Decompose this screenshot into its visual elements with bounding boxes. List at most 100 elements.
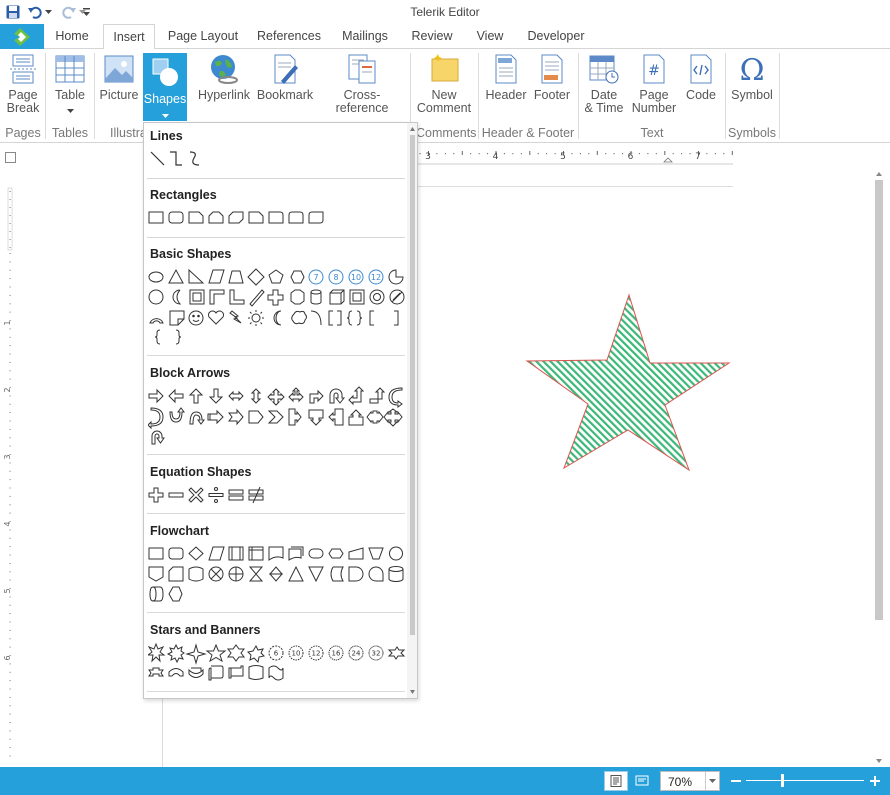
picture-button[interactable]: Picture [98, 53, 140, 102]
print-layout-button[interactable] [604, 771, 628, 791]
vertical-ruler[interactable]: 1 2 3 4 5 6 [0, 143, 20, 767]
chord-icon[interactable] [148, 289, 164, 305]
flowchart-merge-icon[interactable] [308, 566, 324, 583]
zoom-out-button[interactable] [729, 773, 743, 789]
oval-icon[interactable] [148, 271, 164, 283]
bent-arrow-icon[interactable] [309, 389, 324, 404]
flowchart-multidocument-icon[interactable] [288, 546, 304, 561]
plaque-icon[interactable] [290, 289, 305, 305]
right-triangle-icon[interactable] [188, 268, 205, 284]
flowchart-terminator-icon[interactable] [308, 548, 324, 559]
tab-insert[interactable]: Insert [103, 24, 155, 50]
minus-icon[interactable] [168, 492, 184, 498]
multiply-icon[interactable] [188, 487, 204, 503]
scroll-down-icon[interactable] [873, 757, 885, 765]
curved-down-ribbon-icon[interactable] [188, 667, 204, 678]
teardrop-icon[interactable] [172, 289, 182, 305]
double-bracket-icon[interactable] [328, 310, 342, 326]
diagonal-stripe-icon[interactable] [249, 289, 265, 307]
indent-marker-icon[interactable] [663, 157, 673, 163]
block-arc-icon[interactable] [149, 318, 164, 324]
curved-left-arrow-icon[interactable] [148, 407, 164, 430]
left-brace-icon[interactable] [154, 329, 161, 345]
explosion-1-icon[interactable] [148, 643, 166, 663]
scroll-up-icon[interactable] [873, 170, 885, 178]
round-single-corner-rectangle-icon[interactable] [268, 211, 284, 224]
table-button[interactable]: Table [50, 53, 90, 116]
gallery-scrollbar-thumb[interactable] [410, 135, 415, 635]
left-arrow-icon[interactable] [168, 388, 184, 404]
flowchart-sort-icon[interactable] [268, 566, 284, 582]
left-arrow-callout-icon[interactable] [328, 408, 344, 426]
left-bracket-icon[interactable] [369, 310, 374, 326]
bent-up-arrow-icon[interactable] [369, 387, 386, 404]
flowchart-document-icon[interactable] [268, 546, 284, 561]
wave-icon[interactable] [248, 665, 264, 680]
zoom-slider-thumb[interactable] [781, 774, 784, 787]
star-4-point-icon[interactable] [185, 643, 207, 665]
diamond-icon[interactable] [247, 268, 265, 286]
not-equal-icon[interactable] [248, 489, 264, 495]
flowchart-direct-access-storage-icon[interactable] [149, 586, 164, 602]
equal-icon[interactable] [228, 489, 244, 495]
pentagon-arrow-icon[interactable] [248, 410, 264, 424]
vertical-scroll-icon[interactable] [208, 665, 224, 681]
code-button[interactable]: Code [680, 53, 722, 102]
left-up-arrow-icon[interactable] [348, 386, 365, 406]
tab-review[interactable]: Review [405, 24, 459, 49]
flowchart-offpage-connector-icon[interactable] [148, 566, 164, 582]
double-wave-icon[interactable] [268, 665, 284, 681]
footer-button[interactable]: Footer [530, 53, 574, 102]
symbol-button[interactable]: Ω Symbol [728, 53, 776, 102]
flowchart-stored-data-icon[interactable] [330, 566, 344, 582]
horizontal-ruler[interactable]: 3 4 5 6 7 [418, 148, 733, 166]
left-right-up-arrow-icon[interactable] [288, 387, 304, 403]
elbow-connector-icon[interactable] [170, 151, 182, 166]
flowchart-connector-icon[interactable] [389, 546, 403, 561]
cross-reference-button[interactable]: Cross-reference [318, 53, 406, 115]
up-arrow-callout-icon[interactable] [348, 409, 364, 426]
tab-page-layout[interactable]: Page Layout [160, 24, 246, 49]
flowchart-decision-icon[interactable] [188, 546, 204, 561]
snip-round-rectangle-icon[interactable] [248, 211, 264, 224]
double-brace-icon[interactable] [346, 310, 363, 326]
right-arrow-icon[interactable] [148, 388, 164, 404]
chevron-arrow-icon[interactable] [267, 410, 284, 424]
page-break-button[interactable]: Page Break [4, 53, 42, 115]
left-right-arrow-callout-icon[interactable] [366, 410, 384, 424]
zoom-dropdown-button[interactable] [705, 772, 719, 790]
moon-icon[interactable] [273, 310, 282, 326]
round-diagonal-rectangle-icon[interactable] [308, 211, 324, 224]
curved-right-arrow-icon[interactable] [388, 387, 403, 408]
curved-up-arrow-icon[interactable] [169, 407, 185, 423]
ribbon-banner-icon[interactable] [387, 646, 406, 660]
tab-mailings[interactable]: Mailings [334, 24, 396, 49]
bevel-icon[interactable] [349, 289, 365, 305]
explosion-2-icon[interactable] [166, 643, 185, 664]
sun-icon[interactable] [251, 313, 261, 323]
notched-right-arrow-icon[interactable] [228, 408, 244, 426]
rectangle-icon[interactable] [148, 211, 164, 224]
gallery-scrollbar[interactable] [407, 123, 418, 698]
plus-icon[interactable] [148, 487, 164, 503]
flowchart-card-icon[interactable] [168, 566, 184, 582]
tab-home[interactable]: Home [46, 24, 98, 49]
flowchart-predefined-process-icon[interactable] [228, 546, 244, 561]
pie-icon[interactable] [388, 269, 404, 285]
flowchart-alternate-process-icon[interactable] [168, 547, 184, 560]
scroll-up-icon[interactable] [407, 125, 418, 133]
lightning-bolt-icon[interactable] [229, 310, 242, 324]
down-arrow-callout-icon[interactable] [308, 409, 324, 426]
left-right-arrow-icon[interactable] [228, 390, 244, 402]
l-shape-icon[interactable] [229, 289, 245, 305]
up-down-arrow-icon[interactable] [250, 388, 262, 404]
zoom-in-button[interactable] [868, 773, 882, 789]
cross-icon[interactable] [267, 289, 284, 306]
flowchart-internal-storage-icon[interactable] [248, 546, 264, 561]
down-ribbon-icon[interactable] [148, 667, 164, 677]
shapes-button[interactable]: Shapes [143, 53, 187, 121]
curved-up-ribbon-icon[interactable] [168, 668, 184, 677]
flowchart-process-icon[interactable] [148, 547, 164, 560]
flowchart-collate-icon[interactable] [248, 566, 264, 582]
up-arrow-icon[interactable] [188, 388, 204, 404]
